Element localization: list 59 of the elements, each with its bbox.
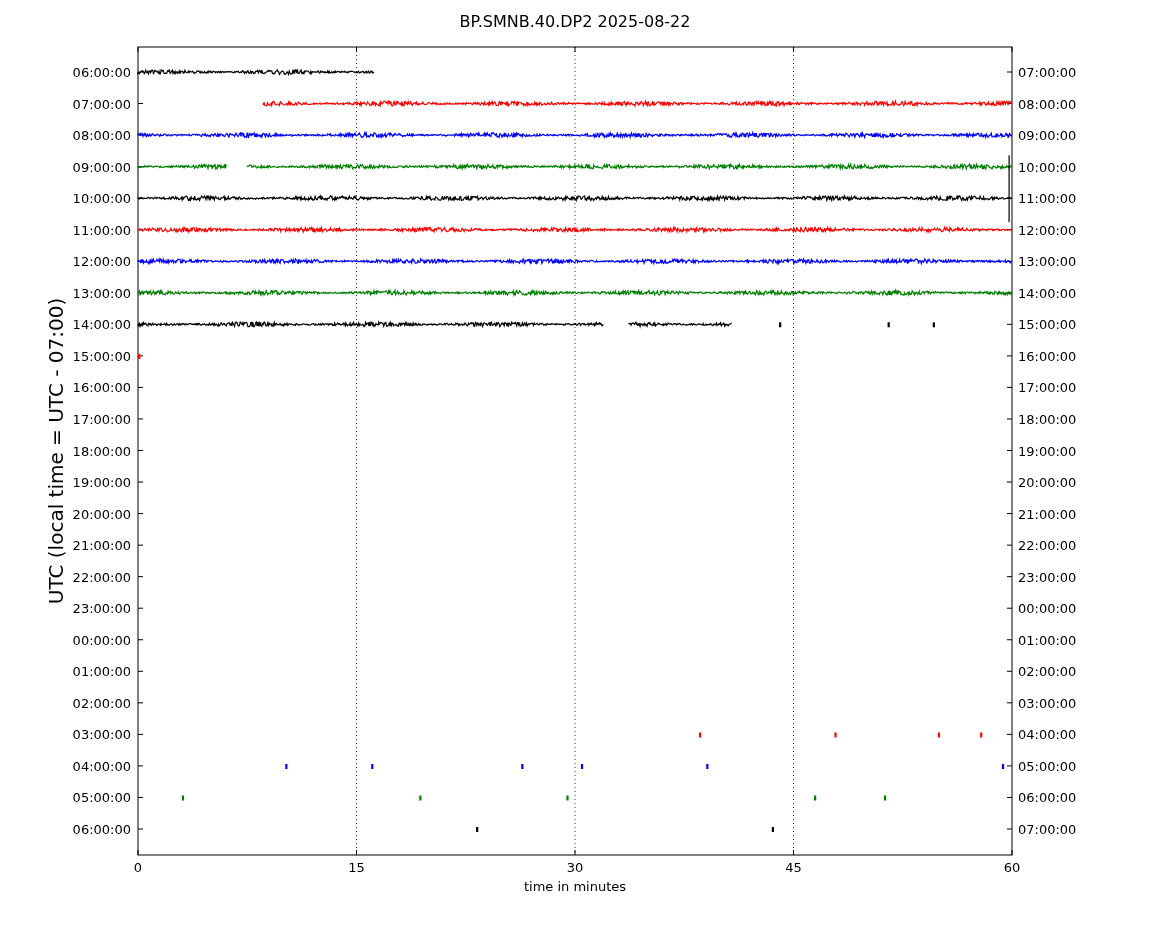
y-tick-label: 03:00:00 bbox=[1018, 695, 1077, 711]
y-tick-label: 10:00:00 bbox=[1018, 159, 1077, 175]
y-tick-label: 07:00:00 bbox=[1018, 822, 1077, 837]
y-tick-label: 05:00:00 bbox=[1018, 758, 1077, 774]
y-tick-label: 17:00:00 bbox=[1018, 380, 1077, 396]
y-tick-label: 23:00:00 bbox=[1018, 569, 1077, 585]
y-tick-label: 08:00:00 bbox=[72, 128, 131, 144]
y-tick-label: 20:00:00 bbox=[72, 506, 131, 522]
y-tick-label: 02:00:00 bbox=[72, 695, 131, 711]
y-tick-label: 07:00:00 bbox=[72, 96, 131, 112]
y-tick-label: 09:00:00 bbox=[1018, 128, 1077, 144]
y-tick-label: 15:00:00 bbox=[72, 348, 131, 364]
y-tick-label: 22:00:00 bbox=[72, 569, 131, 585]
y-tick-label: 18:00:00 bbox=[72, 443, 131, 459]
y-tick-label: 15:00:00 bbox=[1018, 317, 1077, 333]
y-tick-label: 21:00:00 bbox=[72, 538, 131, 554]
y-tick-label: 18:00:00 bbox=[1018, 411, 1077, 427]
y-tick-label: 05:00:00 bbox=[72, 790, 131, 806]
y-axis-label: UTC (local time = UTC - 07:00) bbox=[44, 297, 68, 605]
y-tick-label: 00:00:00 bbox=[72, 632, 131, 648]
x-tick-label: 15 bbox=[348, 860, 365, 875]
y-tick-label: 16:00:00 bbox=[1018, 348, 1077, 364]
y-tick-label: 12:00:00 bbox=[72, 254, 131, 270]
y-tick-label: 19:00:00 bbox=[72, 475, 131, 491]
y-tick-label: 11:00:00 bbox=[1018, 191, 1077, 207]
y-tick-label: 07:00:00 bbox=[1018, 65, 1077, 80]
y-tick-label: 19:00:00 bbox=[1018, 443, 1077, 459]
y-tick-label: 11:00:00 bbox=[72, 222, 131, 238]
chart-title: BP.SMNB.40.DP2 2025-08-22 bbox=[459, 12, 691, 31]
y-tick-label: 04:00:00 bbox=[1018, 727, 1077, 743]
y-tick-label: 08:00:00 bbox=[1018, 96, 1077, 112]
y-tick-label: 06:00:00 bbox=[1018, 790, 1077, 806]
y-tick-label: 20:00:00 bbox=[1018, 475, 1077, 491]
y-tick-label: 17:00:00 bbox=[72, 411, 131, 427]
y-tick-label: 16:00:00 bbox=[72, 380, 131, 396]
y-tick-label: 23:00:00 bbox=[72, 601, 131, 617]
y-tick-label: 13:00:00 bbox=[72, 285, 131, 301]
y-tick-label: 03:00:00 bbox=[72, 727, 131, 743]
y-tick-label: 12:00:00 bbox=[1018, 222, 1077, 238]
y-tick-label: 00:00:00 bbox=[1018, 601, 1077, 617]
y-tick-label: 13:00:00 bbox=[1018, 254, 1077, 270]
y-tick-label: 02:00:00 bbox=[1018, 664, 1077, 680]
x-tick-label: 60 bbox=[1003, 860, 1021, 875]
y-tick-label: 09:00:00 bbox=[72, 159, 131, 175]
x-tick-label: 30 bbox=[566, 860, 584, 875]
x-axis-label: time in minutes bbox=[523, 879, 627, 894]
y-tick-label: 10:00:00 bbox=[72, 191, 131, 207]
y-tick-label: 22:00:00 bbox=[1018, 538, 1077, 554]
x-tick-label: 0 bbox=[133, 860, 143, 875]
y-tick-label: 14:00:00 bbox=[72, 317, 131, 333]
seismic-trace bbox=[138, 353, 141, 360]
y-tick-label: 21:00:00 bbox=[1018, 506, 1077, 522]
y-tick-label: 01:00:00 bbox=[1018, 632, 1077, 648]
y-tick-label: 04:00:00 bbox=[72, 758, 131, 774]
x-tick-label: 45 bbox=[785, 860, 802, 875]
y-tick-label: 14:00:00 bbox=[1018, 285, 1077, 301]
y-tick-label: 06:00:00 bbox=[72, 65, 131, 80]
y-tick-label: 06:00:00 bbox=[72, 822, 131, 837]
y-tick-label: 01:00:00 bbox=[72, 664, 131, 680]
